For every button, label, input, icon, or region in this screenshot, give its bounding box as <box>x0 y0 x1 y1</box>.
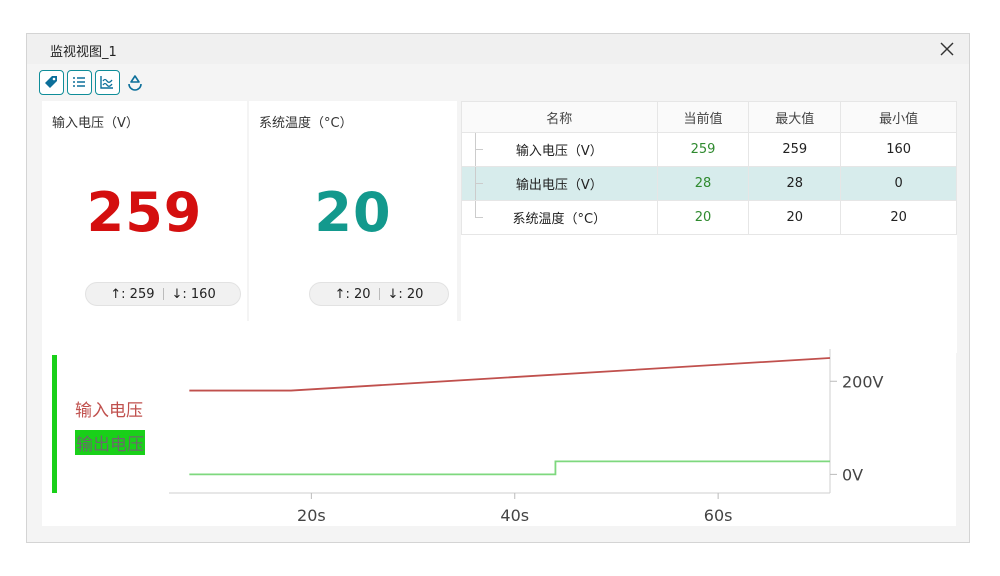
cycle-icon <box>128 75 142 91</box>
series-line-0 <box>189 357 831 392</box>
table-header-row: 名称 当前值 最大值 最小值 <box>461 101 957 133</box>
row-min: 20 <box>840 200 957 235</box>
row-current: 28 <box>656 166 750 201</box>
tag-icon <box>45 76 57 88</box>
refresh-button[interactable] <box>123 70 148 95</box>
separator <box>162 288 164 300</box>
monitor-window: 监视视图_1 输入电压（V） 259 ↑: 259 ↓: 160 系统温度（°C… <box>26 33 970 543</box>
metric-min: ↓: 20 <box>387 286 424 302</box>
values-table: 名称 当前值 最大值 最小值 输入电压（V） 259 259 160 输出电压（… <box>461 101 957 235</box>
close-button[interactable] <box>935 37 959 61</box>
x-tick-label: 40s <box>500 506 529 525</box>
tag-button[interactable] <box>39 70 64 95</box>
metric-range-badge: ↑: 259 ↓: 160 <box>85 282 241 306</box>
row-min: 0 <box>840 166 957 201</box>
column-header-current[interactable]: 当前值 <box>656 101 750 133</box>
metric-card-system-temp: 系统温度（°C） 20 <box>249 101 457 348</box>
metric-title: 输入电压（V） <box>52 116 139 131</box>
title-bar: 监视视图_1 <box>27 34 969 64</box>
row-max: 28 <box>748 166 842 201</box>
metric-value: 259 <box>86 181 203 244</box>
row-current: 259 <box>656 132 750 167</box>
trend-button[interactable] <box>95 70 120 95</box>
metric-max: ↑: 20 <box>334 286 371 302</box>
series-line-1 <box>189 460 830 476</box>
column-header-min[interactable]: 最小值 <box>840 101 957 133</box>
metric-card-input-voltage: 输入电压（V） 259 <box>42 101 247 348</box>
y-tick-label: 200V <box>842 372 884 391</box>
metric-min: ↓: 160 <box>171 286 216 302</box>
metric-title: 系统温度（°C） <box>259 116 353 131</box>
trend-chart-panel: 输入电压 输出电压 20s 40s 60s 200V 0V <box>42 321 956 526</box>
list-button[interactable] <box>67 70 92 95</box>
column-header-max[interactable]: 最大值 <box>748 101 842 133</box>
metric-max: ↑: 259 <box>110 286 155 302</box>
row-max: 20 <box>748 200 842 235</box>
metric-value: 20 <box>314 181 392 244</box>
values-table-panel: 名称 当前值 最大值 最小值 输入电压（V） 259 259 160 输出电压（… <box>461 101 957 353</box>
row-name: 输入电压（V） <box>461 132 658 167</box>
window-title: 监视视图_1 <box>50 45 117 60</box>
y-tick-label: 0V <box>842 465 863 484</box>
close-icon <box>940 42 954 56</box>
separator <box>378 288 380 300</box>
list-icon <box>73 77 85 87</box>
row-name: 输出电压（V） <box>461 166 658 201</box>
table-row[interactable]: 输入电压（V） 259 259 160 <box>461 132 957 167</box>
trend-icon <box>100 76 113 89</box>
x-tick-label: 60s <box>704 506 733 525</box>
column-header-name[interactable]: 名称 <box>461 101 658 133</box>
row-min: 160 <box>840 132 957 167</box>
table-row[interactable]: 系统温度（°C） 20 20 20 <box>461 200 957 235</box>
trend-chart: 20s 40s 60s 200V 0V <box>169 349 884 525</box>
table-row-selected[interactable]: 输出电压（V） 28 28 0 <box>461 166 957 201</box>
metric-range-badge: ↑: 20 ↓: 20 <box>309 282 449 306</box>
row-name: 系统温度（°C） <box>461 200 658 235</box>
x-tick-label: 20s <box>297 506 326 525</box>
row-max: 259 <box>748 132 842 167</box>
row-current: 20 <box>656 200 750 235</box>
